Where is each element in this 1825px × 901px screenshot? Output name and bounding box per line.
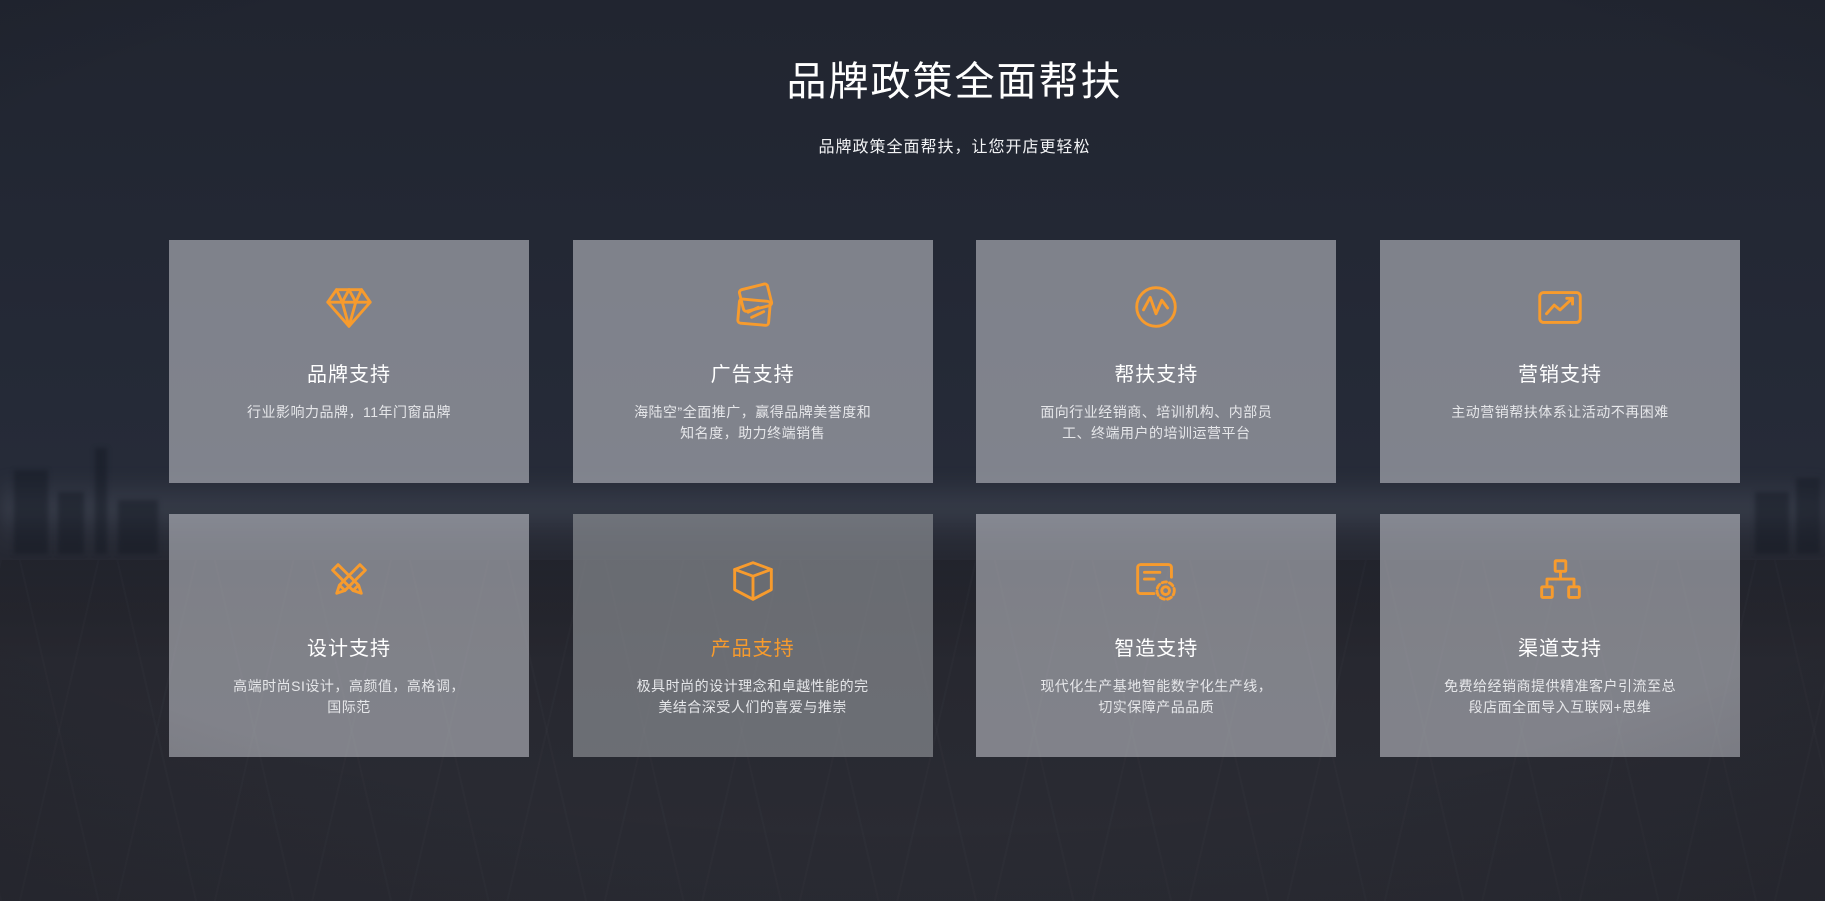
- support-card-channel[interactable]: 渠道支持免费给经销商提供精准客户引流至总段店面全面导入互联网+思维: [1379, 514, 1740, 757]
- card-description: 面向行业经销商、培训机构、内部员工、终端用户的培训运营平台: [1040, 404, 1273, 441]
- diamond-icon: [322, 280, 376, 334]
- card-title: 广告支持: [710, 364, 795, 386]
- card-title: 产品支持: [710, 638, 795, 660]
- support-cards-grid: 品牌支持 行业影响力品牌，11年门窗品牌 广告支持 海陆空”全面推广，赢得品牌美誉度和…: [169, 240, 1740, 757]
- card-title: 营销支持: [1517, 364, 1602, 386]
- brand-policy-section: 品牌政策全面帮扶 品牌政策全面帮扶，让您开店更轻松 品牌支持行业影响力品牌，11…: [0, 0, 1825, 901]
- card-description: 免费给经销商提供精准客户引流至总段店面全面导入互联网+思维: [1443, 678, 1676, 715]
- section-subtitle: 品牌政策全面帮扶，让您开店更轻松: [818, 139, 1091, 156]
- card-title: 帮扶支持: [1114, 364, 1199, 386]
- skyline-silhouette: [95, 448, 107, 554]
- support-card-design[interactable]: 设计支持高端时尚SI设计，高颜值，高格调，国际范: [169, 514, 529, 757]
- skyline-silhouette: [118, 500, 158, 554]
- cube-icon: [726, 554, 780, 608]
- support-card-marketing[interactable]: 营销支持主动营销帮扶体系让活动不再困难: [1379, 240, 1740, 483]
- card-title: 智造支持: [1114, 638, 1199, 660]
- support-card-manufacturing[interactable]: 智造支持现代化生产基地智能数字化生产线，切实保障产品品质: [976, 514, 1337, 757]
- trend-chart-icon: [1533, 280, 1587, 334]
- card-title: 渠道支持: [1517, 638, 1602, 660]
- skyline-silhouette: [1755, 492, 1789, 554]
- card-title: 设计支持: [307, 638, 391, 660]
- card-description: 现代化生产基地智能数字化生产线，切实保障产品品质: [1040, 678, 1273, 715]
- ad-pages-icon: [726, 280, 780, 334]
- pencil-cross-icon: [322, 554, 376, 608]
- skyline-silhouette: [14, 470, 48, 554]
- card-title: 品牌支持: [307, 364, 391, 386]
- section-header: 品牌政策全面帮扶 品牌政策全面帮扶，让您开店更轻松: [169, 56, 1740, 157]
- skyline-silhouette: [1796, 478, 1820, 554]
- card-description: 主动营销帮扶体系让活动不再困难: [1451, 404, 1669, 420]
- support-card-brand[interactable]: 品牌支持行业影响力品牌，11年门窗品牌: [169, 240, 529, 483]
- support-card-advertising[interactable]: 广告支持海陆空”全面推广，赢得品牌美誉度和知名度，助力终端销售: [572, 240, 933, 483]
- gear-doc-icon: [1129, 554, 1183, 608]
- card-description: 行业影响力品牌，11年门窗品牌: [246, 404, 452, 420]
- support-card-product[interactable]: 产品支持极具时尚的设计理念和卓越性能的完美结合深受人们的喜爱与推崇: [572, 514, 933, 757]
- section-title: 品牌政策全面帮扶: [786, 60, 1123, 104]
- pulse-circle-icon: [1129, 280, 1183, 334]
- org-chart-icon: [1533, 554, 1587, 608]
- card-description: 高端时尚SI设计，高颜值，高格调，国际范: [233, 678, 465, 715]
- card-description: 海陆空”全面推广，赢得品牌美誉度和知名度，助力终端销售: [634, 404, 872, 441]
- skyline-silhouette: [58, 492, 84, 554]
- support-card-assistance[interactable]: 帮扶支持面向行业经销商、培训机构、内部员工、终端用户的培训运营平台: [976, 240, 1337, 483]
- card-description: 极具时尚的设计理念和卓越性能的完美结合深受人们的喜爱与推崇: [636, 678, 869, 715]
